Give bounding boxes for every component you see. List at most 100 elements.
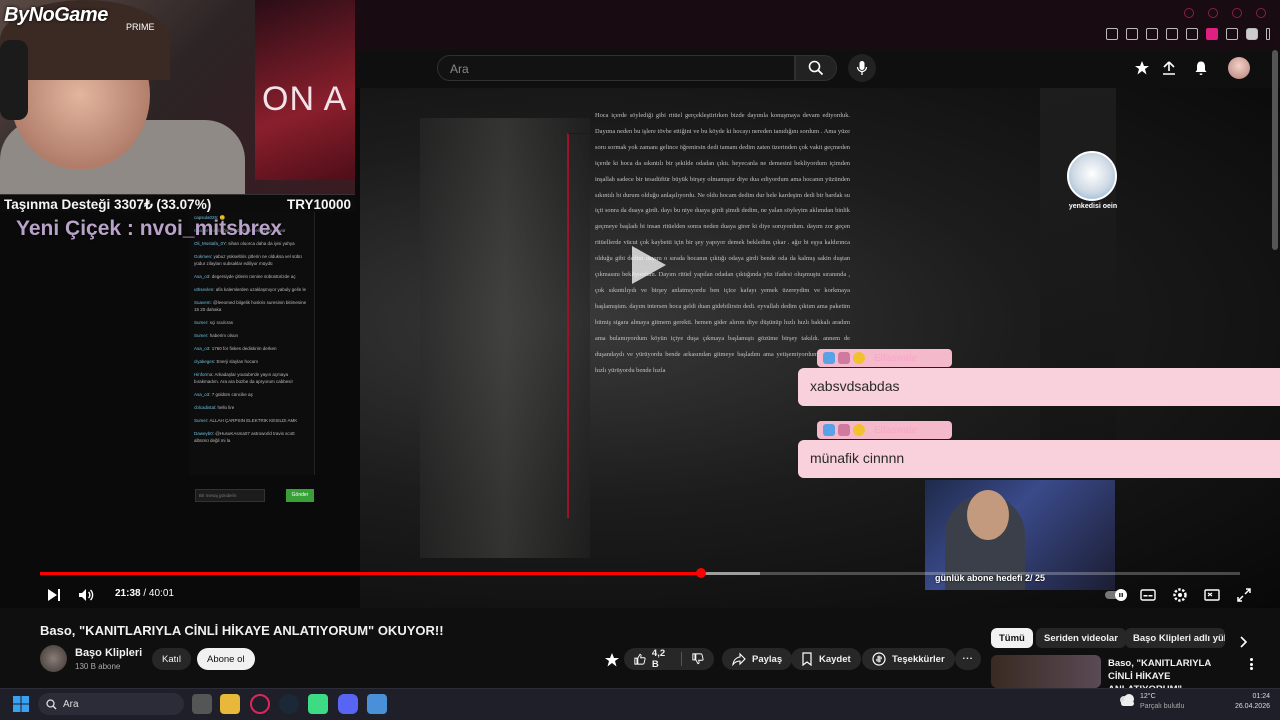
- settings-icon[interactable]: [1171, 586, 1189, 604]
- fullscreen-icon[interactable]: [1235, 586, 1253, 604]
- new-follower-alert: Yeni Çiçek : nvoi_mitsbrex: [16, 217, 283, 240]
- game-app-icon[interactable]: [308, 694, 328, 714]
- donation-goal: TRY10000: [286, 197, 351, 212]
- alert-message: münafik cinnnn: [810, 450, 905, 466]
- play-icon[interactable]: [44, 586, 62, 604]
- subscriber-count: 130 B abone: [75, 662, 121, 671]
- thanks-button[interactable]: Teşekkürler: [862, 648, 955, 670]
- network-app-icon[interactable]: [367, 694, 387, 714]
- channel-name[interactable]: Başo Klipleri: [75, 647, 142, 659]
- channel-avatar[interactable]: [40, 645, 67, 672]
- chat-message: Oli_Mostafa_0Y: sihan oluorca daha da iy…: [190, 240, 314, 247]
- chat-username: clyakeges: [194, 359, 215, 364]
- alert-1-tag: Elfaswate: [817, 349, 952, 367]
- join-button[interactable]: Katıl: [152, 648, 192, 670]
- story-text: Hoca içerde söylediği gibi ritüel gerçek…: [595, 112, 850, 374]
- search-icon: [46, 698, 57, 709]
- poster-text: ON A: [262, 80, 348, 118]
- page-scrollbar[interactable]: [1272, 50, 1278, 250]
- save-button[interactable]: Kaydet: [791, 648, 861, 670]
- weather-widget[interactable]: 12°C Parçalı bulutlu: [1140, 692, 1184, 712]
- chat-message: Sumer: haberim olsun: [190, 332, 314, 339]
- chip-all[interactable]: Tümü: [991, 628, 1033, 648]
- heart-icon[interactable]: [1186, 28, 1198, 40]
- streamer-webcam: ON A ByNoGame PRIME: [0, 0, 355, 195]
- file-explorer-icon[interactable]: [220, 694, 240, 714]
- share-button[interactable]: Paylaş: [722, 648, 793, 670]
- screen-icon[interactable]: [1126, 28, 1138, 40]
- extension-icons: [1106, 28, 1270, 40]
- thanks-icon: [872, 652, 886, 666]
- close-window-icon[interactable]: [1256, 8, 1266, 18]
- chat-username: Sumer: [194, 418, 208, 423]
- chat-username: Daweyb0: [194, 431, 213, 436]
- taskbar-clock[interactable]: 01:24 26.04.2026: [1220, 692, 1270, 712]
- chat-message: Hinforma: Arkadaşlar youtube'de yayın aç…: [190, 371, 314, 385]
- profile-icon[interactable]: [1246, 28, 1258, 40]
- share-label: Paylaş: [752, 653, 783, 665]
- chat-username: uthsevlen: [194, 287, 214, 292]
- chat-text: : afis kalemlerden uzaklaşmıyor yabuly g…: [213, 287, 307, 292]
- upload-icon[interactable]: [1161, 60, 1177, 76]
- volume-icon[interactable]: [77, 586, 95, 604]
- shield-icon[interactable]: [1146, 28, 1158, 40]
- chat-username: Sumer: [194, 320, 208, 325]
- maximize-icon[interactable]: [1232, 8, 1242, 18]
- taskbar-search[interactable]: Ara: [38, 693, 184, 715]
- windows-start-icon[interactable]: [13, 696, 29, 712]
- browser-toolbar: [355, 0, 1280, 50]
- chat-text: : sihan oluorca daha da iyisi yahya: [225, 241, 295, 246]
- chat-message: Gokmen: yabuz yükseltiris çitlerin ne ol…: [190, 253, 314, 267]
- mic-icon: [856, 61, 868, 75]
- chat-text: : degersiyde çitlerin ünnine sübüstürizd…: [209, 274, 296, 279]
- chip-channel-uploads[interactable]: Başo Klipleri adlı yükle: [1125, 628, 1225, 648]
- create-icon[interactable]: [1134, 60, 1150, 76]
- bookmark-icon: [802, 652, 812, 666]
- alert-message: xabsvdsabdas: [810, 378, 900, 394]
- voice-search-button[interactable]: [848, 54, 876, 82]
- search-input[interactable]: Ara: [437, 55, 795, 81]
- thumbs-up-icon[interactable]: [634, 652, 646, 666]
- chevron-right-icon[interactable]: [1238, 636, 1248, 648]
- miniplayer-icon[interactable]: [1203, 586, 1221, 604]
- badge-icon: [838, 352, 850, 364]
- puzzle-icon[interactable]: [1226, 28, 1238, 40]
- chat-input[interactable]: Bir mesaj gönderin: [195, 489, 265, 502]
- chip-series[interactable]: Seriden videolar: [1036, 628, 1126, 648]
- recommended-thumbnail[interactable]: [991, 655, 1101, 688]
- kebab-menu-icon[interactable]: [1250, 658, 1253, 670]
- steam-icon[interactable]: [279, 694, 299, 714]
- pin-icon[interactable]: [1106, 28, 1118, 40]
- gemini-icon[interactable]: [604, 652, 620, 668]
- chat-send-button[interactable]: Gönder: [286, 489, 314, 502]
- task-view-icon[interactable]: [192, 694, 212, 714]
- subtitles-icon[interactable]: [1139, 586, 1157, 604]
- autoplay-toggle[interactable]: [1104, 586, 1128, 604]
- minimize-icon[interactable]: [1208, 8, 1218, 18]
- opera-gx-icon[interactable]: [250, 694, 270, 714]
- search-window-icon[interactable]: [1184, 8, 1194, 18]
- more-actions-button[interactable]: ...: [955, 648, 981, 670]
- chat-username: Hinforma: [194, 372, 213, 377]
- chat-username: cblcadistal: [194, 405, 216, 410]
- send-icon[interactable]: [1166, 28, 1178, 40]
- chat-username: Asa_o3: [194, 392, 210, 397]
- search-button[interactable]: [795, 55, 837, 81]
- viewer-name: yenkedisi oein: [1068, 203, 1118, 210]
- bell-icon[interactable]: [1193, 60, 1209, 76]
- chat-text: : haberim olsun: [207, 333, 239, 338]
- time-display: 21:38 / 40:01: [115, 588, 174, 599]
- chat-text: : 7 güldüm cüncike aş: [209, 392, 253, 397]
- avatar[interactable]: [1228, 57, 1250, 79]
- center-play-icon[interactable]: [632, 246, 666, 284]
- chat-text: : yabuz yükseltiris çitlerin ne olduksa …: [194, 254, 302, 266]
- like-count[interactable]: 4,2 B: [652, 648, 671, 670]
- discord-icon[interactable]: [338, 694, 358, 714]
- time-total: 40:01: [148, 588, 174, 599]
- extension-icon[interactable]: [1206, 28, 1218, 40]
- menu-icon[interactable]: [1266, 28, 1270, 40]
- subscribe-button[interactable]: Abone ol: [197, 648, 255, 670]
- like-dislike-group: 4,2 B: [624, 648, 714, 670]
- badge-icon: [853, 424, 865, 436]
- thumbs-down-icon[interactable]: [692, 652, 704, 666]
